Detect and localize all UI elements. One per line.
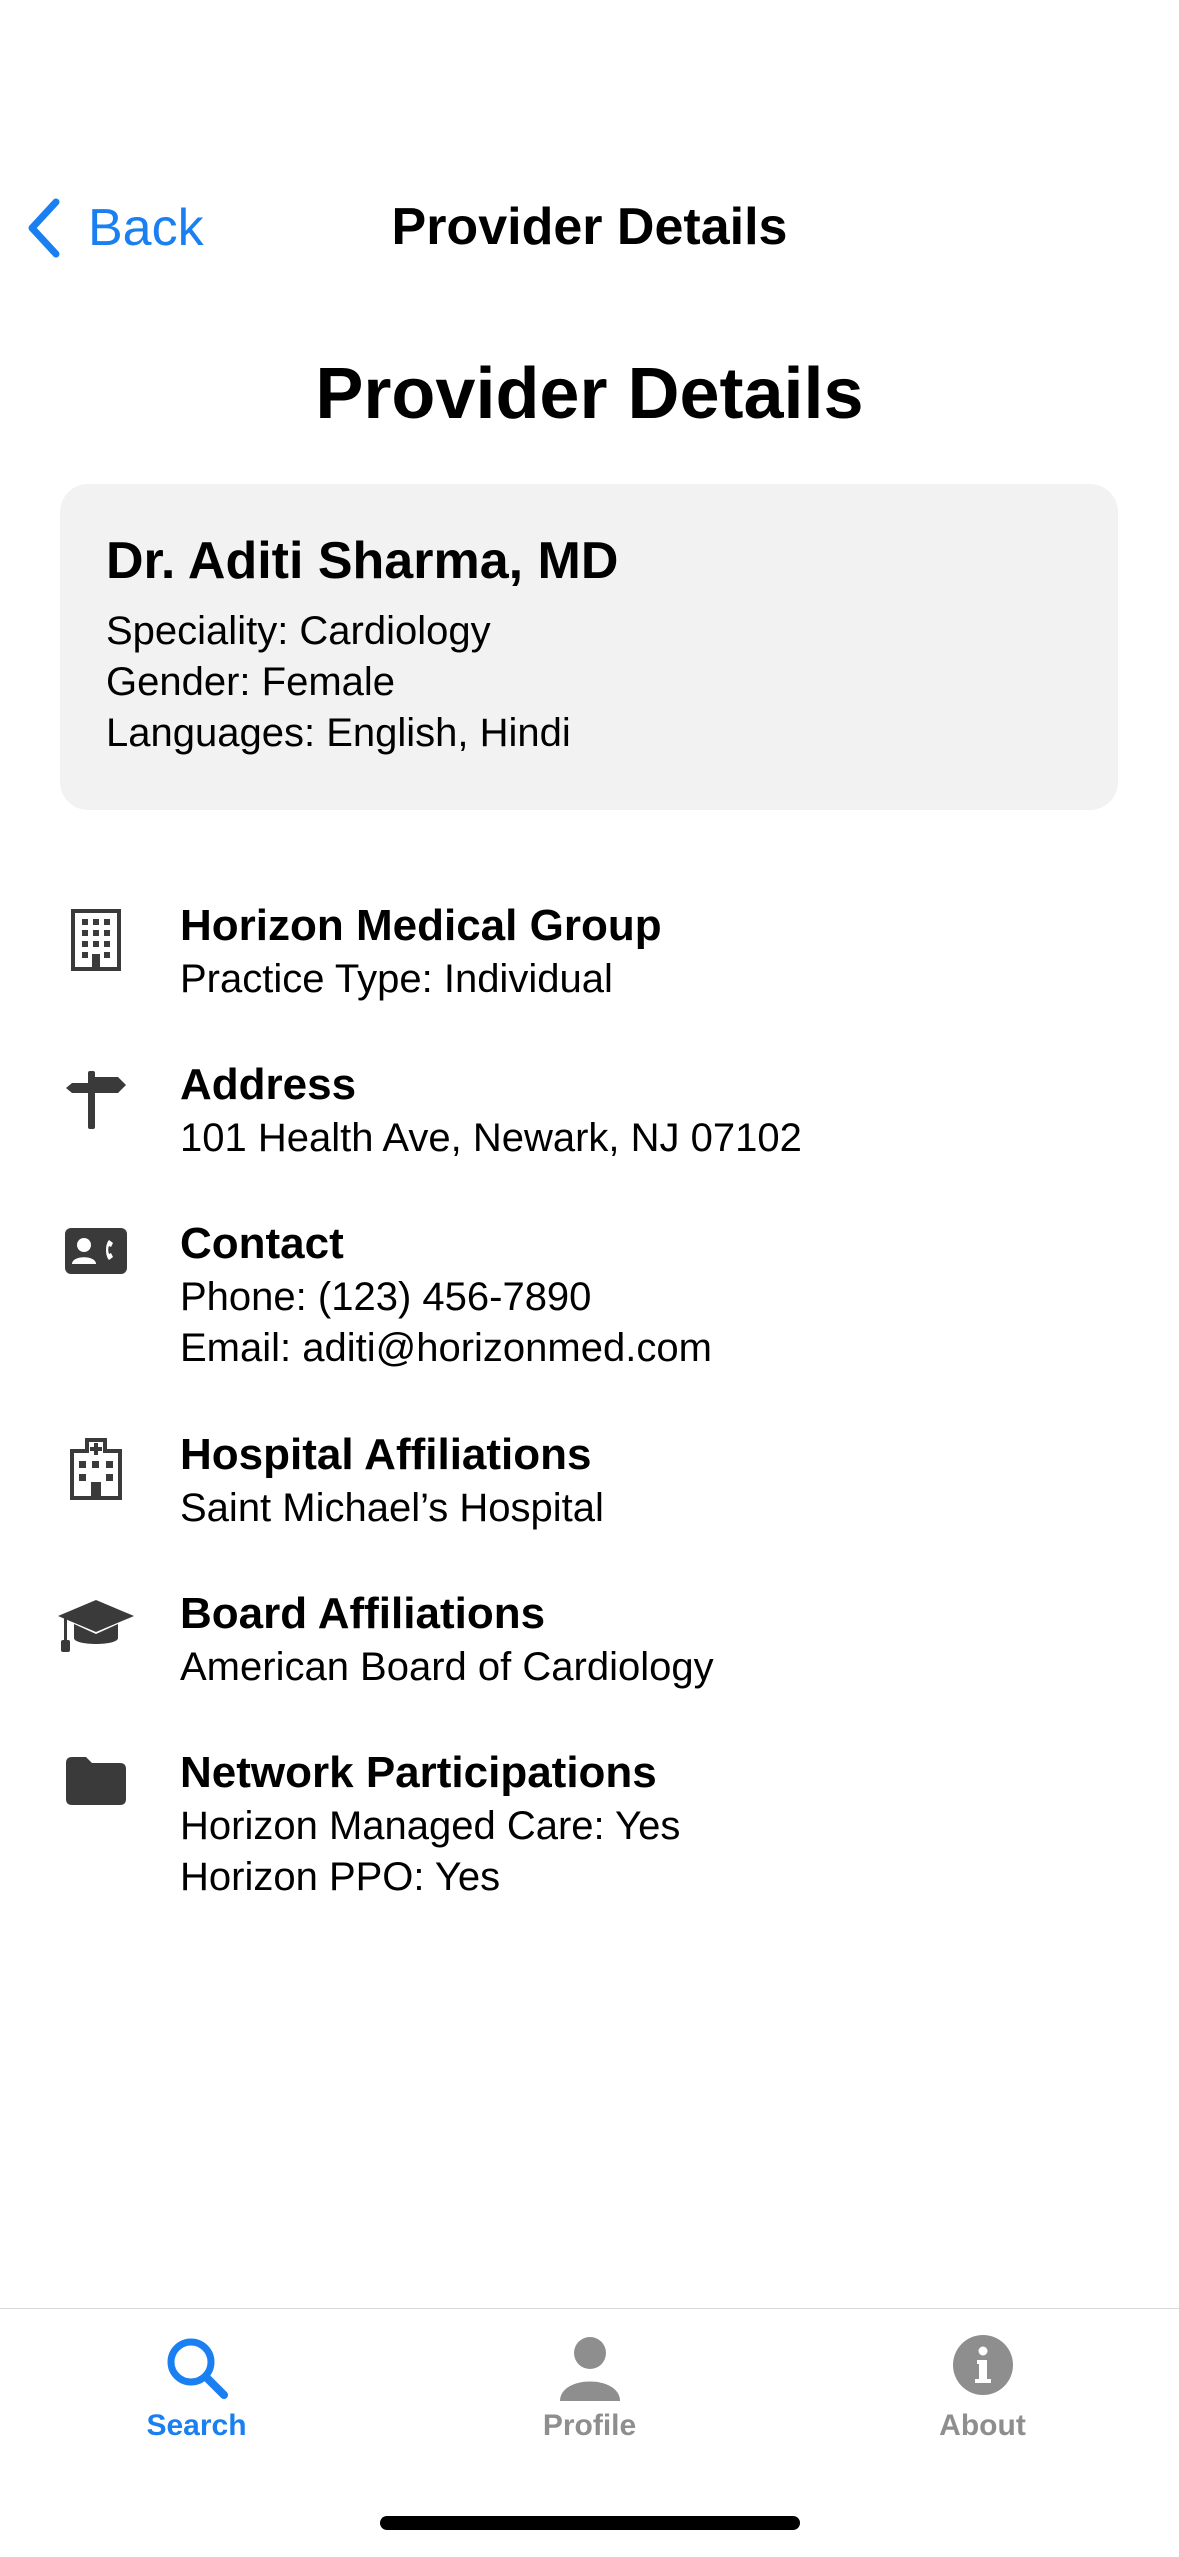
contact-phone: Phone: (123) 456-7890 [180,1275,592,1319]
section-detail: American Board of Cardiology [180,1645,714,1689]
provider-summary-card: Dr. Aditi Sharma, MD Speciality: Cardiol… [60,484,1118,810]
building-icon [56,908,136,978]
chevron-left-icon [24,198,68,258]
person-icon [393,2333,786,2413]
section-title: Board Affiliations [180,1589,546,1638]
section-detail: Saint Michael’s Hospital [180,1486,604,1530]
search-icon [0,2333,393,2413]
back-label: Back [88,198,204,257]
section-title: Address [180,1060,357,1109]
tab-about-label: About [939,2409,1026,2442]
hospital-icon [56,1437,136,1507]
info-icon [786,2333,1179,2413]
network-managed-care: Horizon Managed Care: Yes [180,1804,681,1848]
home-indicator [380,2516,800,2530]
contact-email: Email: aditi@horizonmed.com [180,1326,712,1370]
network-ppo: Horizon PPO: Yes [180,1855,501,1899]
folder-icon [56,1755,136,1825]
graduation-cap-icon [56,1596,136,1666]
provider-name: Dr. Aditi Sharma, MD [106,532,619,590]
tab-search-label: Search [146,2409,247,2442]
section-title: Horizon Medical Group [180,901,662,950]
tab-search[interactable]: Search [0,2309,393,2479]
provider-languages: Languages: English, Hindi [106,711,571,755]
section-detail: Practice Type: Individual [180,957,613,1001]
signpost-icon [56,1067,136,1137]
tab-about[interactable]: About [786,2309,1179,2479]
provider-gender: Gender: Female [106,660,396,704]
contact-card-icon [56,1226,136,1296]
page-title: Provider Details [315,354,864,434]
back-button[interactable]: Back [24,170,204,285]
tab-profile[interactable]: Profile [393,2309,786,2479]
navigation-bar: Back Provider Details [0,170,1179,285]
section-title: Network Participations [180,1748,657,1797]
tab-profile-label: Profile [542,2409,637,2442]
section-title: Hospital Affiliations [180,1430,592,1479]
section-detail: 101 Health Ave, Newark, NJ 07102 [180,1116,802,1160]
section-title: Contact [180,1219,344,1268]
provider-speciality: Speciality: Cardiology [106,609,491,653]
